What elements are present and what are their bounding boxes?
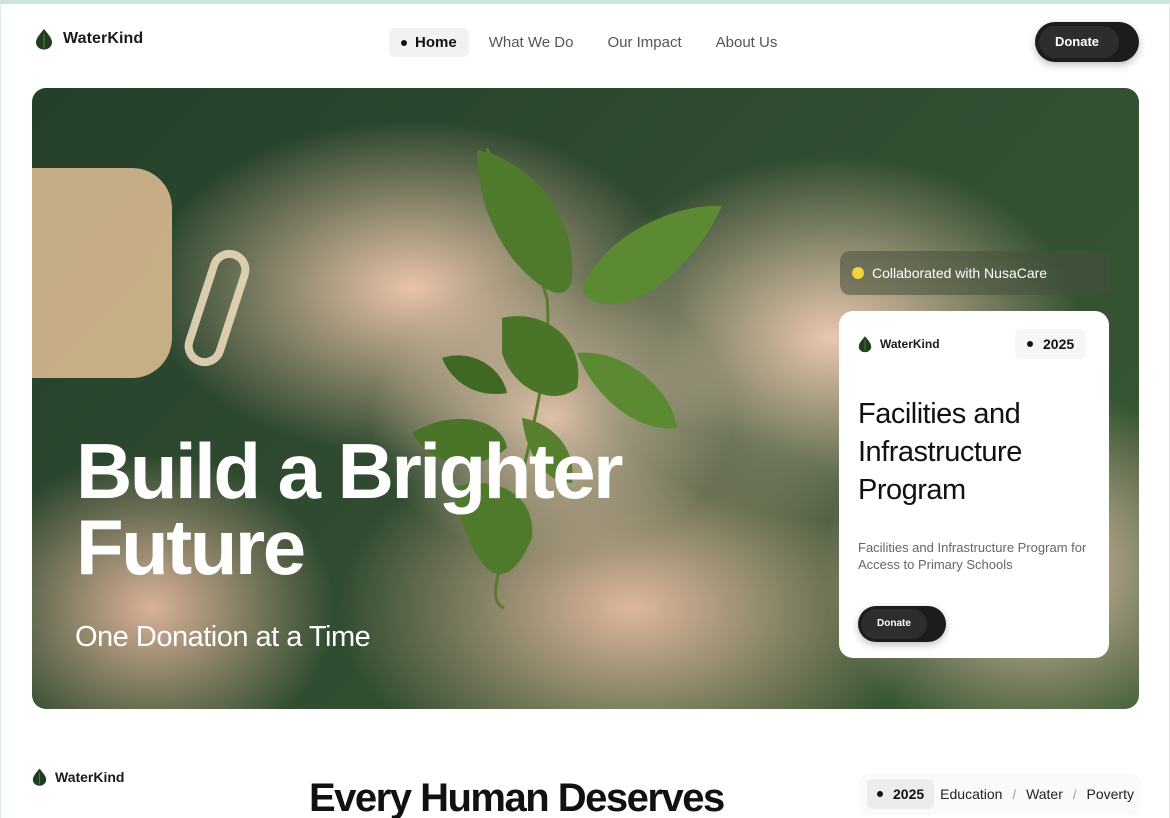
active-dot-icon bbox=[401, 39, 407, 46]
leaf-drop-icon bbox=[36, 29, 52, 50]
top-navbar: WaterKind Home What We Do Our Impact Abo… bbox=[1, 4, 1170, 84]
nav-item-about-us[interactable]: About Us bbox=[702, 28, 792, 57]
year-dot-icon bbox=[1027, 341, 1033, 347]
brand-logo[interactable]: WaterKind bbox=[35, 28, 143, 50]
nav-item-label: Home bbox=[415, 34, 457, 51]
hero-title-line2: Future bbox=[76, 503, 306, 591]
tag-bar: 2025 Education / Water / Poverty bbox=[859, 773, 1141, 815]
card-donate-button[interactable]: Donate bbox=[858, 606, 946, 642]
collaboration-badge: Collaborated with NusaCare bbox=[840, 251, 1110, 295]
card-year-badge: 2025 bbox=[1015, 329, 1087, 359]
hero-title: Build a Brighter Future bbox=[76, 427, 676, 591]
year-dot-icon bbox=[877, 791, 883, 797]
nav-item-our-impact[interactable]: Our Impact bbox=[593, 28, 695, 57]
tag-poverty[interactable]: Poverty bbox=[1087, 786, 1134, 802]
card-brand-name: WaterKind bbox=[880, 337, 940, 351]
tag-separator: / bbox=[1072, 786, 1077, 802]
donate-button[interactable]: Donate bbox=[1035, 22, 1139, 62]
section-title: Every Human Deserves bbox=[309, 776, 725, 818]
collaboration-label: Collaborated with NusaCare bbox=[872, 265, 1048, 281]
program-card[interactable]: WaterKind 2025 Facilities and Infrastruc… bbox=[839, 311, 1109, 658]
hero-subtitle: One Donation at a Time bbox=[75, 621, 371, 653]
leaf-drop-icon bbox=[858, 336, 872, 353]
card-donate-label: Donate bbox=[877, 618, 911, 629]
status-dot-icon bbox=[852, 267, 864, 279]
card-brand: WaterKind bbox=[858, 335, 940, 353]
tag-education[interactable]: Education bbox=[940, 786, 1002, 802]
tag-water[interactable]: Water bbox=[1026, 786, 1063, 802]
section-brand-name: WaterKind bbox=[55, 769, 125, 785]
main-menu: Home What We Do Our Impact About Us bbox=[389, 28, 791, 57]
nav-item-what-we-do[interactable]: What We Do bbox=[475, 28, 588, 57]
tag-separator: / bbox=[1012, 786, 1017, 802]
hero-banner: Build a Brighter Future One Donation at … bbox=[32, 88, 1139, 709]
card-title: Facilities and Infrastructure Program bbox=[858, 398, 1022, 506]
tag-year: 2025 bbox=[893, 786, 925, 802]
donate-button-label: Donate bbox=[1054, 34, 1100, 49]
brand-name: WaterKind bbox=[63, 30, 144, 47]
card-description: Facilities and Infrastructure Program fo… bbox=[858, 540, 1087, 572]
tag-year-badge: 2025 bbox=[867, 779, 935, 809]
card-year: 2025 bbox=[1043, 336, 1075, 352]
leaf-drop-icon bbox=[32, 768, 47, 786]
section-brand: WaterKind bbox=[32, 767, 124, 787]
hero-title-line1: Build a Brighter bbox=[76, 427, 624, 515]
nav-item-home[interactable]: Home bbox=[389, 28, 469, 57]
